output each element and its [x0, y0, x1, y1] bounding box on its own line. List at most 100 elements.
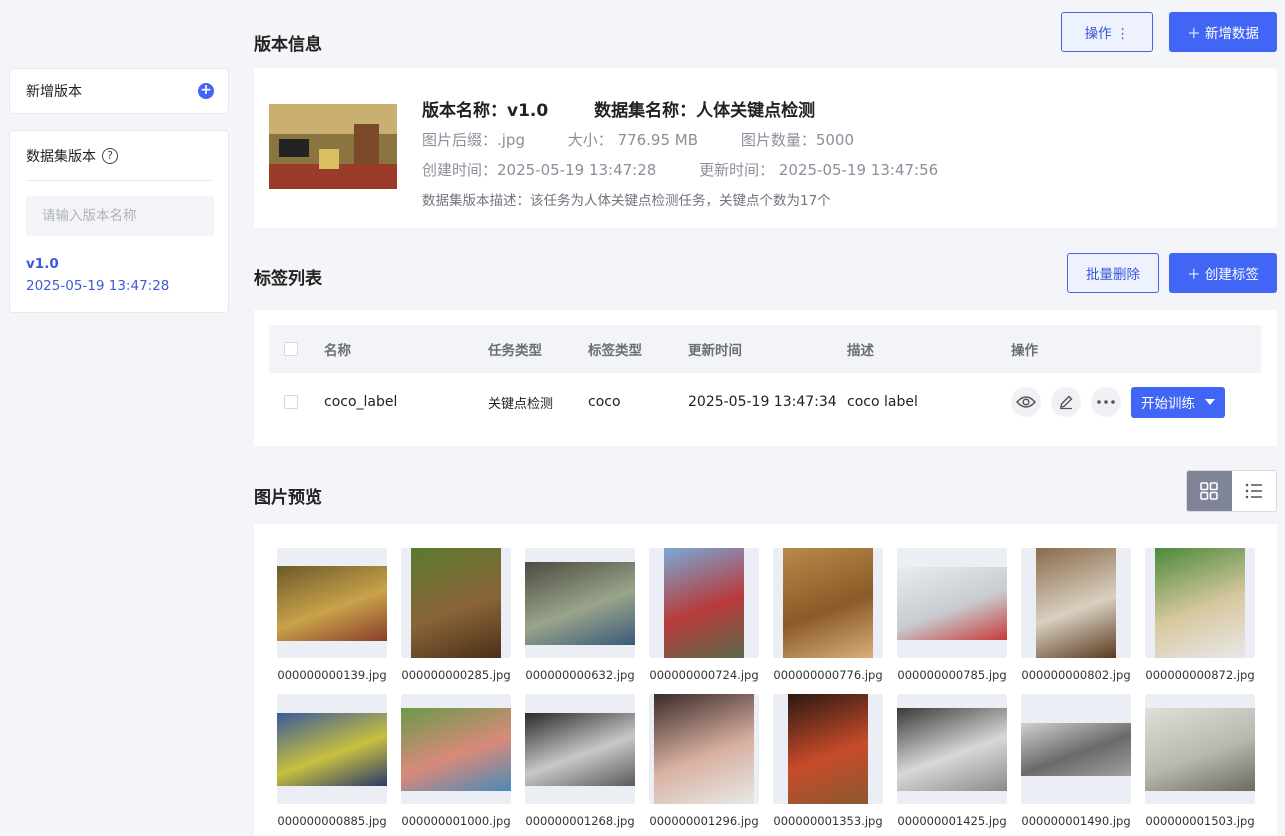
- image-thumbnail[interactable]: 000000000872.jpg: [1145, 548, 1255, 682]
- thumbnail-filename: 000000001425.jpg: [897, 814, 1007, 828]
- thumbnail-filename: 000000000139.jpg: [277, 668, 387, 682]
- row-name: coco_label: [324, 394, 398, 410]
- image-thumbnail[interactable]: 000000000785.jpg: [897, 548, 1007, 682]
- create-label-button[interactable]: ＋ 创建标签: [1169, 253, 1277, 293]
- thumbnail-image[interactable]: [525, 694, 635, 804]
- photo: [1155, 548, 1245, 658]
- photo: [1145, 707, 1255, 791]
- image-thumbnail[interactable]: 000000000139.jpg: [277, 548, 387, 682]
- dataset-versions-panel: 数据集版本 ? v1.0 2025-05-19 13:47:28: [9, 130, 229, 313]
- thumbnail-image[interactable]: [649, 694, 759, 804]
- photo: [1036, 548, 1116, 658]
- image-thumbnail[interactable]: 000000000632.jpg: [525, 548, 635, 682]
- row-task-type: 关键点检测: [488, 396, 554, 412]
- thumbnail-image[interactable]: [277, 548, 387, 658]
- info-headline: 版本名称：v1.0 数据集名称：人体关键点检测: [422, 96, 855, 121]
- thumbnail-filename: 000000000285.jpg: [401, 668, 511, 682]
- thumbnail-image[interactable]: [773, 694, 883, 804]
- thumbnail-image[interactable]: [649, 548, 759, 658]
- image-thumbnail[interactable]: 000000001425.jpg: [897, 694, 1007, 828]
- row-label-type: coco: [588, 394, 621, 410]
- thumbnail-image[interactable]: [897, 548, 1007, 658]
- image-thumbnail[interactable]: 000000001268.jpg: [525, 694, 635, 828]
- thumbnail-filename: 000000001503.jpg: [1145, 814, 1255, 828]
- photo: [664, 548, 744, 658]
- new-version-card[interactable]: 新增版本 +: [9, 68, 229, 114]
- info-size: 大小： 776.95 MB: [567, 131, 699, 149]
- photo: [1021, 722, 1131, 776]
- new-version-label: 新增版本: [26, 84, 82, 100]
- caret-down-icon: [1205, 399, 1215, 405]
- row-actions: 开始训练: [1011, 373, 1225, 431]
- batch-delete-button[interactable]: 批量删除: [1067, 253, 1159, 293]
- ops-button[interactable]: 操作 ⋮: [1061, 12, 1153, 52]
- thumbnail-image[interactable]: [401, 694, 511, 804]
- info-description: 数据集版本描述：该任务为人体关键点检测任务，关键点个数为17个: [422, 193, 831, 209]
- thumbnail-filename: 000000000785.jpg: [897, 668, 1007, 682]
- image-thumbnail[interactable]: 000000001353.jpg: [773, 694, 883, 828]
- dataset-versions-label: 数据集版本: [26, 148, 96, 165]
- list-view-icon[interactable]: [1232, 471, 1277, 511]
- photo: [788, 694, 868, 804]
- info-created: 创建时间：2025-05-19 13:47:28: [422, 161, 657, 179]
- table-row: coco_label 关键点检测 coco 2025-05-19 13:47:3…: [269, 373, 1261, 431]
- image-thumbnail[interactable]: 000000001296.jpg: [649, 694, 759, 828]
- edit-icon[interactable]: [1051, 387, 1081, 417]
- thumbnail-filename: 000000000802.jpg: [1021, 668, 1131, 682]
- thumbnail-image[interactable]: [897, 694, 1007, 804]
- thumbnail-image[interactable]: [277, 694, 387, 804]
- thumbnail-filename: 000000000724.jpg: [649, 668, 759, 682]
- thumbnail-filename: 000000001000.jpg: [401, 814, 511, 828]
- thumbnail-image[interactable]: [773, 548, 883, 658]
- add-version-icon[interactable]: +: [198, 83, 214, 99]
- thumbnail-image[interactable]: [1145, 548, 1255, 658]
- thumbnail-image[interactable]: [1021, 694, 1131, 804]
- help-icon[interactable]: ?: [102, 147, 118, 164]
- image-thumbnail[interactable]: 000000001490.jpg: [1021, 694, 1131, 828]
- photo: [654, 694, 754, 804]
- dataset-cover-image: [269, 104, 397, 189]
- more-icon[interactable]: [1091, 387, 1121, 417]
- thumbnail-filename: 000000000885.jpg: [277, 814, 387, 828]
- version-info-title: 版本信息: [254, 35, 322, 55]
- dataset-versions-title: 数据集版本 ?: [26, 131, 212, 181]
- image-thumbnail[interactable]: 000000000776.jpg: [773, 548, 883, 682]
- col-task-type: 任务类型: [488, 343, 542, 359]
- thumbnail-filename: 000000001268.jpg: [525, 814, 635, 828]
- version-item-name[interactable]: v1.0: [26, 256, 212, 272]
- image-thumbnail[interactable]: 000000000724.jpg: [649, 548, 759, 682]
- info-updated: 更新时间： 2025-05-19 13:47:56: [699, 161, 939, 179]
- photo: [897, 566, 1007, 640]
- image-thumbnail[interactable]: 000000001000.jpg: [401, 694, 511, 828]
- eye-icon[interactable]: [1011, 387, 1041, 417]
- row-updated: 2025-05-19 13:47:34: [688, 394, 837, 410]
- row-description: coco label: [847, 394, 918, 410]
- image-thumbnail[interactable]: 000000000885.jpg: [277, 694, 387, 828]
- thumbnail-filename: 000000000872.jpg: [1145, 668, 1255, 682]
- photo: [897, 707, 1007, 791]
- thumbnail-image[interactable]: [401, 548, 511, 658]
- image-thumbnail[interactable]: 000000000285.jpg: [401, 548, 511, 682]
- image-preview-title: 图片预览: [254, 488, 322, 508]
- col-label-type: 标签类型: [588, 343, 642, 359]
- thumbnail-image[interactable]: [1145, 694, 1255, 804]
- grid-view-icon[interactable]: [1187, 471, 1232, 511]
- thumbnail-image[interactable]: [1021, 548, 1131, 658]
- version-search-input[interactable]: [26, 196, 214, 236]
- version-info-card: 版本名称：v1.0 数据集名称：人体关键点检测 图片后缀：.jpg 大小： 77…: [254, 68, 1277, 228]
- row-checkbox[interactable]: [284, 395, 298, 409]
- label-list-title: 标签列表: [254, 269, 322, 289]
- thumbnail-filename: 000000000776.jpg: [773, 668, 883, 682]
- select-all-checkbox[interactable]: [284, 342, 298, 356]
- col-updated: 更新时间: [688, 343, 742, 359]
- image-thumbnail[interactable]: 000000000802.jpg: [1021, 548, 1131, 682]
- col-description: 描述: [847, 343, 874, 359]
- start-training-button[interactable]: 开始训练: [1131, 386, 1225, 418]
- add-data-button[interactable]: ＋ 新增数据: [1169, 12, 1277, 52]
- version-item-time[interactable]: 2025-05-19 13:47:28: [26, 278, 212, 294]
- thumbnail-image[interactable]: [525, 548, 635, 658]
- start-training-label: 开始训练: [1141, 396, 1195, 412]
- view-toggle: [1186, 470, 1277, 512]
- photo: [411, 548, 501, 658]
- image-thumbnail[interactable]: 000000001503.jpg: [1145, 694, 1255, 828]
